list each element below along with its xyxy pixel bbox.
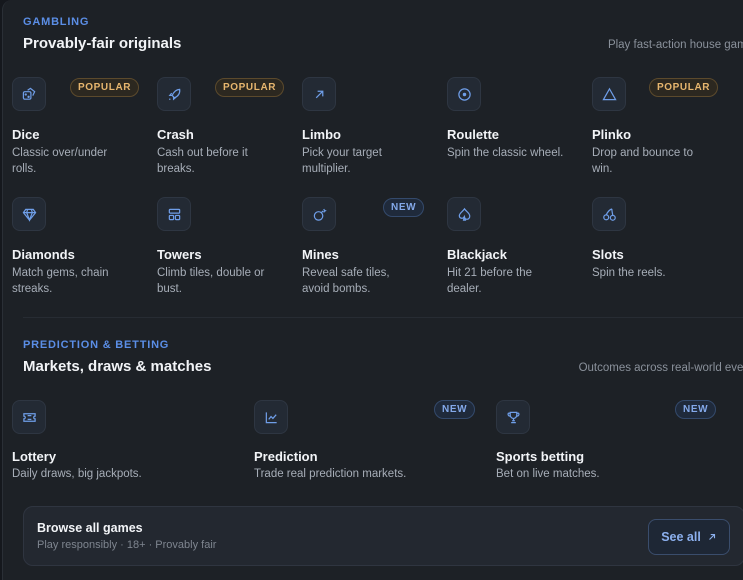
game-card-dice[interactable]: POPULAR Dice Classic over/under rolls. bbox=[12, 77, 157, 197]
game-description: Cash out before it breaks. bbox=[157, 147, 248, 175]
tower-grid-icon bbox=[157, 197, 191, 231]
spade-icon bbox=[447, 197, 481, 231]
game-card-plinko[interactable]: POPULAR Plinko Drop and bounce to win. bbox=[592, 77, 737, 197]
game-description: Classic over/under rolls. bbox=[12, 147, 108, 175]
gambling-eyebrow: GAMBLING bbox=[23, 16, 90, 28]
target-icon bbox=[447, 77, 481, 111]
game-name: Slots bbox=[592, 247, 624, 262]
game-description: Daily draws, big jackpots. bbox=[12, 468, 142, 480]
game-name: Diamonds bbox=[12, 247, 75, 262]
game-description: Bet on live matches. bbox=[496, 468, 600, 480]
new-badge: NEW bbox=[675, 400, 717, 419]
new-badge: NEW bbox=[434, 400, 476, 419]
game-card-sports-betting[interactable]: NEW Sports betting Bet on live matches. bbox=[496, 400, 738, 490]
arrow-up-right-icon bbox=[302, 77, 336, 111]
popular-badge: POPULAR bbox=[649, 78, 719, 97]
game-card-slots[interactable]: Slots Spin the reels. bbox=[592, 197, 737, 317]
popular-badge: POPULAR bbox=[215, 78, 285, 97]
game-name: Towers bbox=[157, 247, 202, 262]
game-name: Lottery bbox=[12, 449, 57, 464]
game-card-blackjack[interactable]: Blackjack Hit 21 before the dealer. bbox=[447, 197, 592, 317]
game-name: Sports betting bbox=[496, 449, 585, 464]
game-card-crash[interactable]: POPULAR Crash Cash out before it breaks. bbox=[157, 77, 302, 197]
see-all-button[interactable]: See all bbox=[648, 519, 730, 555]
left-edge bbox=[0, 0, 2, 576]
game-card-limbo[interactable]: Limbo Pick your target multiplier. bbox=[302, 77, 447, 197]
see-all-label: See all bbox=[661, 530, 701, 544]
prediction-eyebrow: PREDICTION & BETTING bbox=[23, 339, 170, 351]
gambling-subtitle: Play fast-action house games. bbox=[607, 39, 743, 51]
game-card-mines[interactable]: NEW Mines Reveal safe tiles, avoid bombs… bbox=[302, 197, 447, 317]
game-description: Match gems, chain streaks. bbox=[12, 267, 109, 295]
game-card-prediction[interactable]: NEW Prediction Trade real prediction mar… bbox=[254, 400, 496, 490]
game-name: Blackjack bbox=[447, 247, 507, 262]
browse-title: Browse all games bbox=[37, 521, 143, 535]
gem-icon bbox=[12, 197, 46, 231]
rocket-icon bbox=[157, 77, 191, 111]
game-card-towers[interactable]: Towers Climb tiles, double or bust. bbox=[157, 197, 302, 317]
game-card-diamonds[interactable]: Diamonds Match gems, chain streaks. bbox=[12, 197, 157, 317]
games-panel: GAMBLING Provably-fair originals Play fa… bbox=[2, 0, 743, 580]
game-name: Crash bbox=[157, 127, 194, 142]
new-badge: NEW bbox=[383, 198, 425, 217]
game-name: Roulette bbox=[447, 127, 499, 142]
game-name: Plinko bbox=[592, 127, 632, 142]
game-description: Hit 21 before the dealer. bbox=[447, 267, 533, 295]
game-name: Dice bbox=[12, 127, 40, 142]
game-description: Drop and bounce to win. bbox=[592, 147, 694, 175]
cherries-icon bbox=[592, 197, 626, 231]
game-description: Pick your target multiplier. bbox=[302, 147, 382, 175]
trophy-icon bbox=[496, 400, 530, 434]
game-name: Prediction bbox=[254, 449, 318, 464]
browse-all-bar: Browse all games Play responsibly · 18+ … bbox=[23, 506, 743, 566]
browse-subtitle: Play responsibly · 18+ · Provably fair bbox=[37, 539, 217, 551]
game-name: Mines bbox=[302, 247, 339, 262]
ticket-icon bbox=[12, 400, 46, 434]
bomb-icon bbox=[302, 197, 336, 231]
game-card-lottery[interactable]: Lottery Daily draws, big jackpots. bbox=[12, 400, 254, 490]
prediction-subtitle: Outcomes across real-world events. bbox=[578, 362, 743, 374]
game-description: Spin the classic wheel. bbox=[447, 147, 564, 159]
line-chart-icon bbox=[254, 400, 288, 434]
arrow-up-right-icon bbox=[708, 533, 715, 540]
prediction-section-header: PREDICTION & BETTING Markets, draws & ma… bbox=[23, 339, 743, 375]
game-card-roulette[interactable]: Roulette Spin the classic wheel. bbox=[447, 77, 592, 197]
dice-icon bbox=[12, 77, 46, 111]
gambling-section-header: GAMBLING Provably-fair originals Play fa… bbox=[23, 16, 743, 52]
popular-badge: POPULAR bbox=[70, 78, 140, 97]
triangle-icon bbox=[592, 77, 626, 111]
gambling-games-grid: POPULAR Dice Classic over/under rolls. P… bbox=[12, 77, 737, 317]
game-description: Climb tiles, double or bust. bbox=[157, 267, 265, 295]
game-name: Limbo bbox=[302, 127, 341, 142]
prediction-games-grid: Lottery Daily draws, big jackpots. NEW P… bbox=[12, 400, 738, 490]
game-description: Reveal safe tiles, avoid bombs. bbox=[302, 267, 390, 295]
section-divider bbox=[23, 317, 743, 318]
game-description: Trade real prediction markets. bbox=[254, 468, 407, 480]
game-description: Spin the reels. bbox=[592, 267, 666, 279]
